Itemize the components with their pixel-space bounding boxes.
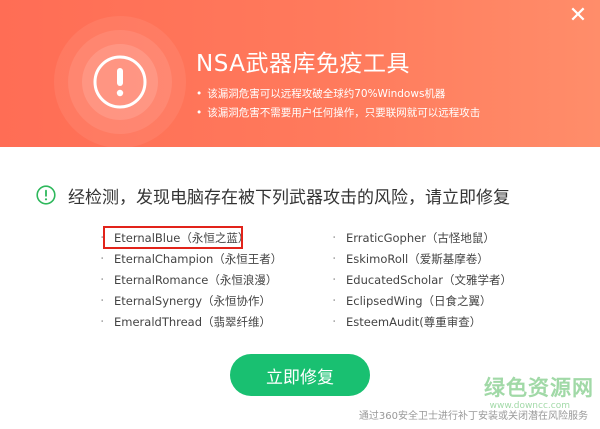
watermark-logo: 绿色资源网 <box>484 376 594 400</box>
weapon-item: EternalChampion（永恒王者） <box>100 249 282 270</box>
app-title: NSA武器库免疫工具 <box>196 51 410 77</box>
risk-description-list: 该漏洞危害可以远程攻破全球约70%Windows机器 该漏洞危害不需要用户任何操… <box>196 85 480 123</box>
footer-note: 通过360安全卫士进行补丁安装或关闭潜在风险服务 <box>358 411 588 422</box>
highlight-box <box>103 226 243 249</box>
risk-description-item: 该漏洞危害可以远程攻破全球约70%Windows机器 <box>196 85 480 104</box>
risk-description-item: 该漏洞危害不需要用户任何操作，只要联网就可以远程攻击 <box>196 104 480 123</box>
weapon-list-right: ErraticGopher（古怪地鼠） EskimoRoll（爱斯基摩卷） Ed… <box>332 228 512 333</box>
scan-result-message: 经检测，发现电脑存在被下列武器攻击的风险，请立即修复 <box>68 187 510 208</box>
exclamation-icon <box>54 16 186 147</box>
weapon-item: EclipsedWing（日食之翼） <box>332 291 512 312</box>
weapon-item: EternalRomance（永恒浪漫） <box>100 270 282 291</box>
weapon-item: EducatedScholar（文雅学者） <box>332 270 512 291</box>
weapon-item: EternalSynergy（永恒协作） <box>100 291 282 312</box>
fix-now-button[interactable]: 立即修复 <box>230 354 370 396</box>
weapon-item: EskimoRoll（爱斯基摩卷） <box>332 249 512 270</box>
scan-result: 经检测，发现电脑存在被下列武器攻击的风险，请立即修复 <box>36 184 510 208</box>
weapon-item: EsteemAudit(尊重审查） <box>332 312 512 333</box>
weapon-item: ErraticGopher（古怪地鼠） <box>332 228 512 249</box>
weapon-item: EmeraldThread（翡翠纤维） <box>100 312 282 333</box>
exclamation-circle-icon <box>36 185 56 205</box>
header-banner: ✕ NSA武器库免疫工具 该漏洞危害可以远程攻破全球约70%Windows机器 … <box>0 0 600 147</box>
close-icon[interactable]: ✕ <box>568 5 588 27</box>
